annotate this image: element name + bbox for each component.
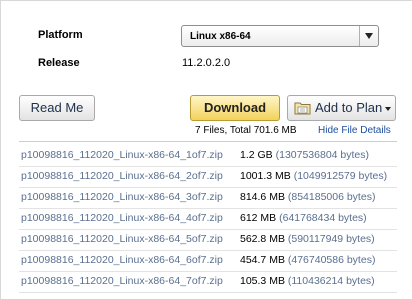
file-link[interactable]: p10098816_112020_Linux-x86-64_6of7.zip bbox=[21, 254, 223, 266]
file-link[interactable]: p10098816_112020_Linux-x86-64_1of7.zip bbox=[21, 149, 223, 161]
release-label: Release bbox=[38, 57, 80, 69]
list-item: p10098816_112020_Linux-x86-64_1of7.zip 1… bbox=[1, 146, 412, 167]
file-size: 105.3 MB (110436214 bytes) bbox=[240, 275, 375, 287]
file-bytes: (1049912579 bytes) bbox=[293, 170, 388, 182]
chevron-down-icon[interactable] bbox=[359, 26, 378, 46]
file-link[interactable]: p10098816_112020_Linux-x86-64_7of7.zip bbox=[21, 275, 223, 287]
file-size-value: 454.7 MB bbox=[240, 254, 285, 266]
file-size-value: 1001.3 MB bbox=[240, 170, 291, 182]
file-size-value: 105.3 MB bbox=[240, 275, 285, 287]
file-size: 612 MB (641768434 bytes) bbox=[240, 212, 367, 224]
caret-down-icon[interactable] bbox=[385, 107, 391, 111]
file-link[interactable]: p10098816_112020_Linux-x86-64_4of7.zip bbox=[21, 212, 223, 224]
divider bbox=[19, 141, 397, 142]
file-size-value: 1.2 GB bbox=[240, 149, 273, 161]
platform-selected-value: Linux x86-64 bbox=[190, 31, 251, 42]
file-size-value: 562.8 MB bbox=[240, 233, 285, 245]
file-size-value: 814.6 MB bbox=[240, 191, 285, 203]
file-bytes: (590117949 bytes) bbox=[287, 233, 375, 245]
list-item: p10098816_112020_Linux-x86-64_3of7.zip 8… bbox=[1, 188, 412, 209]
list-item: p10098816_112020_Linux-x86-64_7of7.zip 1… bbox=[1, 272, 412, 293]
divider bbox=[19, 292, 397, 293]
add-to-plan-label: Add to Plan bbox=[315, 100, 383, 115]
file-link[interactable]: p10098816_112020_Linux-x86-64_5of7.zip bbox=[21, 233, 223, 245]
file-size-value: 612 MB bbox=[240, 212, 277, 224]
release-value: 11.2.0.2.0 bbox=[182, 57, 231, 69]
file-bytes: (110436214 bytes) bbox=[287, 275, 375, 287]
file-size: 454.7 MB (476740586 bytes) bbox=[240, 254, 375, 266]
file-size: 562.8 MB (590117949 bytes) bbox=[240, 233, 375, 245]
file-bytes: (854185006 bytes) bbox=[287, 191, 376, 203]
download-panel: Platform Linux x86-64 Release 11.2.0.2.0… bbox=[0, 0, 412, 299]
file-link[interactable]: p10098816_112020_Linux-x86-64_3of7.zip bbox=[21, 191, 223, 203]
add-to-plan-button[interactable]: Add to Plan bbox=[287, 95, 396, 121]
files-total-summary: 7 Files, Total 701.6 MB bbox=[195, 125, 297, 136]
list-item: p10098816_112020_Linux-x86-64_6of7.zip 4… bbox=[1, 251, 412, 272]
hide-file-details-link[interactable]: Hide File Details bbox=[318, 125, 391, 136]
file-bytes: (476740586 bytes) bbox=[287, 254, 376, 266]
file-link[interactable]: p10098816_112020_Linux-x86-64_2of7.zip bbox=[21, 170, 223, 182]
download-button[interactable]: Download bbox=[190, 95, 280, 121]
file-bytes: (1307536804 bytes) bbox=[275, 149, 370, 161]
platform-label: Platform bbox=[38, 29, 83, 41]
list-item: p10098816_112020_Linux-x86-64_2of7.zip 1… bbox=[1, 167, 412, 188]
read-me-button[interactable]: Read Me bbox=[19, 95, 95, 121]
list-item: p10098816_112020_Linux-x86-64_4of7.zip 6… bbox=[1, 209, 412, 230]
list-item: p10098816_112020_Linux-x86-64_5of7.zip 5… bbox=[1, 230, 412, 251]
file-bytes: (641768434 bytes) bbox=[279, 212, 367, 224]
file-size: 814.6 MB (854185006 bytes) bbox=[240, 191, 375, 203]
file-size: 1001.3 MB (1049912579 bytes) bbox=[240, 170, 387, 182]
platform-select[interactable]: Linux x86-64 bbox=[181, 25, 379, 47]
folder-icon bbox=[294, 102, 311, 115]
file-size: 1.2 GB (1307536804 bytes) bbox=[240, 149, 369, 161]
